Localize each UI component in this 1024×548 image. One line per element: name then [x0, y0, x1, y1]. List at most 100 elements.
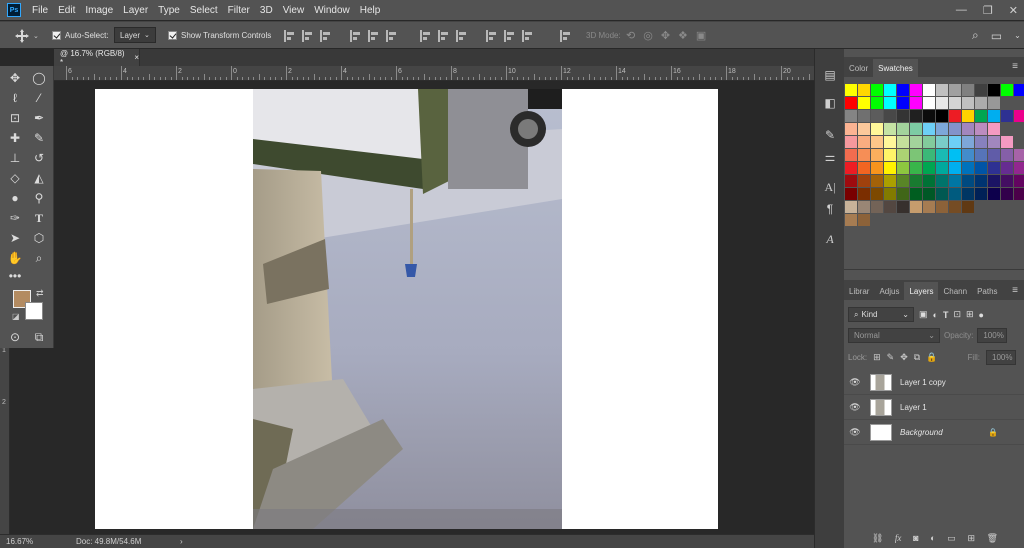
search-icon[interactable]: ⌕	[972, 28, 979, 43]
clone-stamp-tool[interactable]: ⊥	[6, 149, 24, 167]
color-swatch[interactable]	[910, 188, 922, 200]
3d-orbit-icon[interactable]: ⟲	[626, 29, 635, 42]
workspace-icon[interactable]: ▭	[991, 29, 1002, 43]
color-swatch[interactable]	[884, 162, 896, 174]
align-button[interactable]	[284, 22, 296, 49]
status-menu-arrow[interactable]: ›	[180, 537, 183, 546]
color-swatch[interactable]	[1014, 110, 1024, 122]
align-button[interactable]	[504, 22, 516, 49]
3d-drag-icon[interactable]: ✥	[661, 29, 670, 42]
color-swatch[interactable]	[845, 175, 857, 187]
color-swatch[interactable]	[975, 149, 987, 161]
layer-name[interactable]: Layer 1 copy	[900, 378, 946, 387]
fill-input[interactable]: 100%	[986, 349, 1016, 365]
color-swatch[interactable]	[897, 136, 909, 148]
color-swatch[interactable]	[897, 84, 909, 96]
color-swatch[interactable]	[884, 97, 896, 109]
color-swatch[interactable]	[923, 149, 935, 161]
blur-tool[interactable]: ●	[6, 189, 24, 207]
color-swatch[interactable]	[897, 188, 909, 200]
color-swatch[interactable]	[910, 123, 922, 135]
paint-bucket-tool[interactable]: ◭	[30, 169, 48, 187]
color-swatch[interactable]	[975, 97, 987, 109]
color-swatch[interactable]	[962, 123, 974, 135]
filter-toggle-icon[interactable]: ●	[979, 310, 984, 320]
color-swatch[interactable]	[975, 123, 987, 135]
tab-librar[interactable]: Librar	[844, 282, 874, 300]
menu-select[interactable]: Select	[185, 5, 223, 16]
color-swatch[interactable]	[871, 188, 883, 200]
color-swatch[interactable]	[1001, 149, 1013, 161]
eyedropper-tool[interactable]: ✒	[30, 109, 48, 127]
link-layers-icon[interactable]: ⛓	[872, 533, 883, 544]
color-swatch[interactable]	[871, 201, 883, 213]
color-swatch[interactable]	[949, 188, 961, 200]
color-swatch[interactable]	[962, 84, 974, 96]
color-swatch[interactable]	[975, 136, 987, 148]
opacity-input[interactable]: 100%	[977, 328, 1008, 343]
color-swatch[interactable]	[910, 97, 922, 109]
color-swatch[interactable]	[1001, 175, 1013, 187]
auto-select-checkbox[interactable]: Auto-Select:	[52, 22, 109, 49]
menu-file[interactable]: File	[27, 5, 53, 16]
brush-panel-icon[interactable]: ✎	[822, 127, 838, 143]
color-swatch[interactable]	[1014, 162, 1024, 174]
healing-brush-tool[interactable]: ✚	[6, 129, 24, 147]
tab-layers[interactable]: Layers	[904, 282, 939, 300]
color-swatch[interactable]	[949, 201, 961, 213]
color-swatch[interactable]	[884, 201, 896, 213]
color-swatch[interactable]	[988, 97, 1000, 109]
color-swatch[interactable]	[923, 175, 935, 187]
new-layer-icon[interactable]: ⊞	[967, 533, 975, 544]
path-selection-tool[interactable]: ➤	[6, 229, 24, 247]
close-button[interactable]: ✕	[1009, 4, 1018, 17]
color-swatch[interactable]	[871, 123, 883, 135]
brush-settings-icon[interactable]: ⚌	[822, 149, 838, 165]
layer-name[interactable]: Layer 1	[900, 403, 927, 412]
color-swatch[interactable]	[949, 110, 961, 122]
dodge-tool[interactable]: ⚲	[30, 189, 48, 207]
color-swatch[interactable]	[949, 175, 961, 187]
color-swatch[interactable]	[936, 201, 948, 213]
color-swatch[interactable]	[988, 175, 1000, 187]
lock-pixels-icon[interactable]: ✎	[887, 352, 895, 363]
color-swatch[interactable]	[988, 84, 1000, 96]
align-button[interactable]	[368, 22, 380, 49]
paragraph-panel-icon[interactable]: ¶	[822, 201, 838, 217]
color-swatch[interactable]	[949, 123, 961, 135]
color-swatch[interactable]	[897, 149, 909, 161]
new-group-icon[interactable]: ▭	[947, 533, 956, 544]
color-swatch[interactable]	[949, 162, 961, 174]
history-panel-icon[interactable]: ▤	[822, 67, 838, 83]
visibility-eye-icon[interactable]: 👁	[844, 402, 866, 413]
color-swatch[interactable]	[923, 201, 935, 213]
color-swatch[interactable]	[845, 162, 857, 174]
layer-row[interactable]: 👁 Layer 1 copy	[844, 370, 1024, 395]
color-swatch[interactable]	[988, 136, 1000, 148]
color-swatch[interactable]	[1014, 188, 1024, 200]
color-swatch[interactable]	[845, 123, 857, 135]
lasso-tool[interactable]: ℓ	[6, 89, 24, 107]
quick-mask-button[interactable]: ⊙	[6, 328, 24, 346]
zoom-tool[interactable]: ⌕	[30, 249, 48, 267]
color-swatch[interactable]	[845, 110, 857, 122]
move-tool[interactable]: ✥	[6, 69, 24, 87]
move-tool-preset[interactable]: ⌄	[14, 22, 39, 49]
trash-icon[interactable]: 🗑	[987, 533, 998, 544]
color-swatch[interactable]	[884, 136, 896, 148]
minimize-button[interactable]: —	[956, 4, 967, 16]
align-button[interactable]	[302, 22, 314, 49]
chevron-down-icon[interactable]: ⌄	[1014, 31, 1021, 40]
brush-tool[interactable]: ✎	[30, 129, 48, 147]
color-swatch[interactable]	[962, 188, 974, 200]
align-button[interactable]	[486, 22, 498, 49]
shape-tool[interactable]: ⬡	[30, 229, 48, 247]
color-swatch[interactable]	[845, 149, 857, 161]
lock-all-icon[interactable]: 🔒	[926, 352, 937, 363]
menu-layer[interactable]: Layer	[118, 5, 153, 16]
color-swatch[interactable]	[975, 84, 987, 96]
menu-window[interactable]: Window	[309, 5, 355, 16]
swap-colors-icon[interactable]: ⇄	[36, 288, 44, 299]
color-swatch[interactable]	[845, 136, 857, 148]
color-swatch[interactable]	[871, 149, 883, 161]
